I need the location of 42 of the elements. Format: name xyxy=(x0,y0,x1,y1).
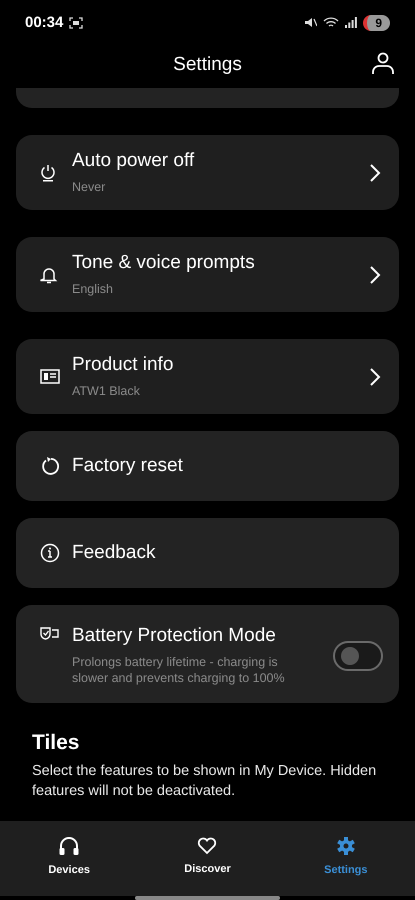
card-title: Battery Protection Mode xyxy=(72,625,277,647)
toggle-switch[interactable] xyxy=(333,641,383,671)
settings-card[interactable]: Battery Protection Mode Prolongs battery lifetime - charging is slower and prevents charging to 100% xyxy=(16,605,399,703)
bell-icon xyxy=(40,266,58,284)
battery-indicator: 9 xyxy=(363,14,390,30)
settings-card[interactable]: Auto power off Never xyxy=(16,135,399,210)
chevron-icon xyxy=(369,264,381,284)
card-title: Product info xyxy=(72,354,174,376)
id-card-icon xyxy=(40,369,60,384)
screenshot-icon xyxy=(69,16,84,28)
card-subtitle: English xyxy=(72,280,114,298)
settings-card[interactable]: Product info ATW1 Black xyxy=(16,339,399,414)
nav-tab[interactable]: Discover xyxy=(138,821,277,896)
headphones-icon xyxy=(58,836,80,856)
mute-icon xyxy=(305,17,318,28)
settings-card[interactable]: Factory reset xyxy=(16,431,399,501)
section-title: Tiles xyxy=(32,731,80,755)
status-time: 00:34 xyxy=(25,14,64,31)
card-subtitle: ATW1 Black xyxy=(72,382,141,400)
card-title: Factory reset xyxy=(72,455,184,477)
page-title: Settings xyxy=(173,54,242,76)
heart-icon xyxy=(197,836,218,854)
chevron-icon xyxy=(369,162,381,182)
card-title: Auto power off xyxy=(72,150,196,172)
shield-battery-icon xyxy=(40,627,60,641)
card-subtitle: Never xyxy=(72,178,106,196)
nav-tab[interactable]: Devices xyxy=(0,821,138,896)
power-icon xyxy=(40,164,56,182)
wifi-icon xyxy=(323,16,340,28)
card-subtitle: Prolongs battery lifetime - charging is slower and prevents charging to 100% xyxy=(72,654,286,686)
chevron-icon xyxy=(369,366,381,386)
settings-card[interactable]: Feedback xyxy=(16,518,399,588)
reset-icon xyxy=(40,456,60,476)
card-title: Feedback xyxy=(72,542,156,564)
nav-tab[interactable]: Settings xyxy=(276,821,415,896)
card-title: Tone & voice prompts xyxy=(72,252,256,274)
signal-icon xyxy=(345,17,358,28)
section-description: Select the features to be shown in My Device. Hidden features will not be deactivated. xyxy=(32,762,378,802)
profile-icon[interactable] xyxy=(371,51,395,75)
gear-icon xyxy=(336,836,356,856)
settings-card[interactable]: Tone & voice prompts English xyxy=(16,237,399,312)
info-icon xyxy=(40,543,60,563)
